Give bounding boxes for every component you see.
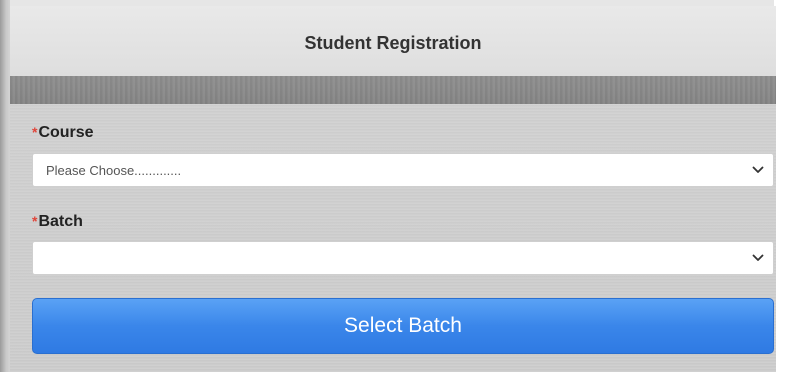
course-select[interactable]: Please Choose.............	[32, 153, 774, 187]
select-batch-button[interactable]: Select Batch	[32, 298, 774, 354]
window-edge	[0, 0, 10, 372]
course-label: *Course	[32, 124, 94, 142]
header-divider	[10, 76, 776, 104]
batch-label-text: Batch	[38, 213, 83, 230]
required-marker: *	[32, 213, 38, 229]
chevron-down-icon	[743, 166, 773, 174]
app-frame: Student Registration *Course Please Choo…	[0, 0, 786, 372]
course-label-text: Course	[38, 124, 94, 141]
batch-select[interactable]	[32, 241, 774, 275]
course-select-value: Please Choose.............	[46, 162, 182, 178]
registration-panel: Student Registration *Course Please Choo…	[10, 6, 776, 372]
required-marker: *	[32, 124, 38, 140]
batch-label: *Batch	[32, 213, 83, 231]
page-title: Student Registration	[304, 32, 482, 53]
panel-header: Student Registration	[10, 6, 776, 76]
chevron-down-icon	[743, 254, 773, 262]
